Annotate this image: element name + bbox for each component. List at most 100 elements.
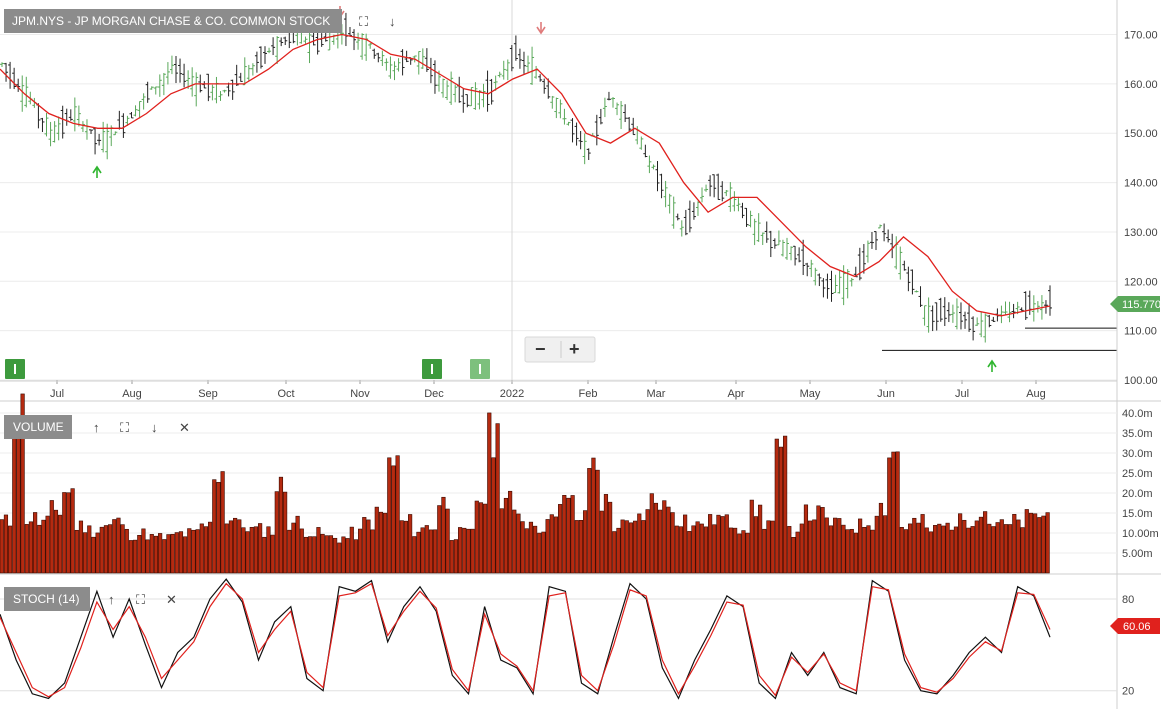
volume-bar — [37, 524, 42, 574]
zoom-control: − + — [524, 336, 596, 363]
stoch-maximize-icon[interactable]: ⛶ — [135, 592, 146, 607]
chart-title: JPM.NYS - JP MORGAN CHASE & CO. COMMON S… — [12, 14, 330, 28]
volume-bar — [99, 526, 104, 574]
volume-bar — [945, 522, 950, 574]
volume-bar — [703, 526, 709, 574]
volume-bar — [470, 528, 475, 574]
volume-bar — [195, 529, 200, 574]
volume-bar — [666, 506, 671, 574]
volume-bar — [1045, 512, 1050, 574]
volume-bar — [324, 535, 329, 574]
zoom-out-button[interactable]: − — [535, 339, 546, 359]
volume-bar — [408, 514, 413, 574]
volume-bar — [612, 531, 617, 574]
volume-bar — [953, 526, 959, 574]
volume-bar — [653, 502, 659, 574]
volume-bar — [758, 504, 763, 574]
x-tick-label: Dec — [424, 388, 444, 400]
volume-bar — [928, 531, 934, 574]
volume-bar — [45, 515, 50, 574]
event-markers — [5, 359, 490, 379]
volume-bar — [603, 494, 609, 574]
volume-bar — [820, 507, 825, 574]
volume-bar — [816, 505, 821, 574]
volume-bar — [941, 525, 946, 574]
volume-bar — [628, 522, 634, 574]
stoch-y-axis: 80 20 — [1122, 594, 1134, 698]
price-tick-label: 160.00 — [1124, 79, 1158, 91]
volume-bar — [828, 525, 834, 574]
volume-bar — [866, 525, 871, 574]
volume-bar — [320, 533, 325, 574]
volume-bar — [649, 493, 654, 574]
volume-bar — [520, 521, 525, 574]
volume-bar — [491, 457, 496, 574]
volume-bar — [987, 523, 992, 574]
volume-bar — [66, 492, 71, 574]
volume-bar — [474, 500, 479, 574]
stoch-close-icon[interactable]: ✕ — [166, 592, 177, 607]
volume-bar — [399, 520, 404, 574]
signal-arrows — [92, 6, 997, 372]
stoch-label: STOCH (14) — [13, 592, 79, 606]
volume-bar — [183, 536, 188, 574]
x-tick-label: Apr — [727, 388, 744, 400]
volume-bar — [587, 468, 592, 574]
volume-bar — [670, 512, 675, 574]
volume-bar — [583, 510, 588, 574]
volume-bar — [353, 539, 359, 574]
volume-move-up-icon[interactable]: ↑ — [93, 420, 100, 435]
price-bars — [0, 12, 1052, 343]
volume-bar — [208, 521, 213, 574]
move-down-icon[interactable]: ↓ — [389, 14, 396, 29]
volume-y-axis: 40.0m 35.0m 30.0m 25.0m 20.0m 15.0m 10.00m 5.00… — [1122, 408, 1159, 560]
volume-bar — [512, 509, 517, 574]
volume-bar — [333, 537, 338, 574]
stock-chart: 170.00 160.00 150.00 140.00 130.00 120.00 110.… — [0, 0, 1161, 709]
volume-close-icon[interactable]: ✕ — [179, 420, 190, 435]
volume-bar — [203, 526, 209, 574]
volume-bar — [433, 529, 438, 574]
volume-bar — [274, 491, 279, 574]
volume-bar — [799, 523, 804, 574]
volume-maximize-icon[interactable]: ⛶ — [119, 420, 130, 435]
volume-label: VOLUME — [13, 420, 64, 434]
volume-bar — [620, 519, 625, 574]
volume-bar — [695, 521, 700, 574]
volume-bar — [795, 531, 800, 574]
volume-tick-label: 15.0m — [1122, 508, 1153, 520]
volume-move-down-icon[interactable]: ↓ — [151, 420, 158, 435]
volume-bar — [358, 528, 363, 574]
volume-bar — [737, 533, 742, 574]
volume-bar — [295, 515, 300, 574]
volume-bar — [103, 525, 109, 574]
stoch-value-tag: 60.06 — [1110, 618, 1160, 634]
volume-bar — [728, 527, 734, 574]
volume-bar — [841, 524, 846, 574]
volume-tick-label: 35.0m — [1122, 428, 1153, 440]
volume-bar — [78, 520, 84, 574]
volume-bar — [487, 412, 492, 574]
volume-bar — [924, 527, 929, 574]
price-tick-label: 100.00 — [1124, 375, 1158, 387]
volume-bar — [278, 476, 284, 574]
volume-bar — [733, 527, 738, 574]
volume-bar — [162, 539, 167, 574]
maximize-icon[interactable]: ⛶ — [358, 14, 369, 29]
stoch-move-up-icon[interactable]: ↑ — [108, 592, 115, 607]
volume-bar — [74, 529, 79, 574]
volume-bar — [908, 523, 913, 574]
volume-bar — [91, 536, 96, 574]
volume-bar — [453, 539, 459, 574]
volume-bar — [937, 523, 942, 574]
volume-bar — [420, 527, 425, 574]
volume-bar — [1003, 524, 1009, 574]
volume-bar — [462, 527, 467, 574]
zoom-in-button[interactable]: + — [569, 339, 580, 359]
volume-bar — [978, 516, 984, 574]
volume-bar — [383, 512, 388, 574]
volume-bar — [599, 510, 604, 574]
volume-bar — [708, 514, 713, 574]
volume-bar — [33, 512, 38, 574]
volume-bar — [1008, 524, 1013, 574]
